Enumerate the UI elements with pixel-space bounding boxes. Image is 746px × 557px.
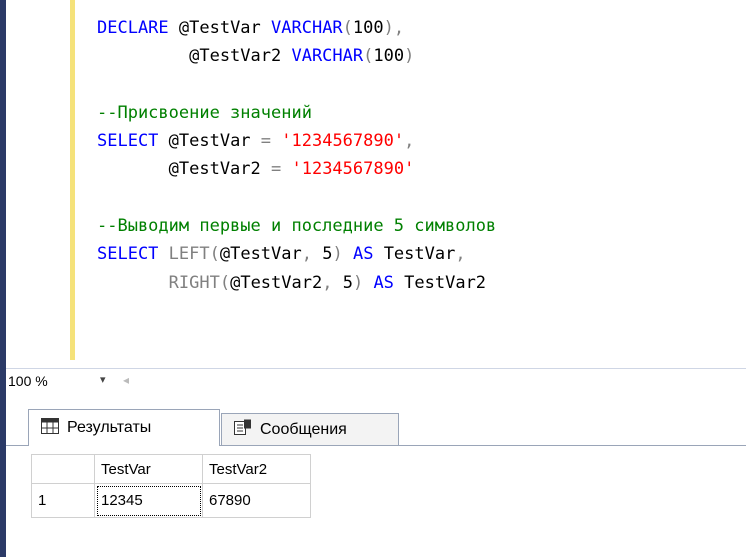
code-token: SELECT xyxy=(97,131,169,152)
code-line[interactable]: --Выводим первые и последние 5 символов xyxy=(97,212,496,240)
code-token: '1234567890' xyxy=(281,131,405,152)
code-token: @TestVar xyxy=(219,244,302,265)
code-token: 5 xyxy=(322,244,333,265)
code-token: --Выводим первые и последние 5 символов xyxy=(97,216,497,237)
code-token: , xyxy=(322,272,343,293)
code-token: @TestVar2 xyxy=(230,272,323,293)
results-pane: Результаты Сообщения TestVar TestVar2 1 … xyxy=(6,395,746,557)
code-token: ), xyxy=(383,18,405,38)
zoom-dropdown-icon[interactable]: ▾ xyxy=(100,373,106,386)
code-token: AS xyxy=(352,244,384,265)
code-token: @TestVar xyxy=(168,131,261,152)
tab-messages[interactable]: Сообщения xyxy=(221,413,399,445)
code-line[interactable]: DECLARE @TestVar VARCHAR(100), xyxy=(97,14,496,42)
tab-results-label: Результаты xyxy=(67,419,152,436)
column-header[interactable]: TestVar2 xyxy=(202,454,311,484)
code-token: TestVar2 xyxy=(404,272,487,293)
code-token: ( xyxy=(209,244,220,265)
code-token: AS xyxy=(373,272,405,293)
row-number-header[interactable] xyxy=(31,454,95,484)
code-line[interactable]: @TestVar2 VARCHAR(100) xyxy=(97,42,496,70)
code-token: DECLARE xyxy=(97,18,179,38)
code-token: 100 xyxy=(352,18,384,38)
code-line[interactable]: SELECT @TestVar = '1234567890', xyxy=(97,127,496,155)
code-token: TestVar xyxy=(383,244,456,265)
zoom-bar: 100 % ▾ ◂ xyxy=(6,368,746,396)
tab-results[interactable]: Результаты xyxy=(28,409,220,446)
code-token: , xyxy=(301,244,323,265)
code-token: ) xyxy=(332,244,353,265)
results-tab-strip: Результаты Сообщения xyxy=(6,409,746,446)
code-line[interactable]: SELECT LEFT(@TestVar, 5) AS TestVar, xyxy=(97,240,496,268)
code-token: = xyxy=(271,159,292,180)
results-grid[interactable]: TestVar TestVar2 1 12345 67890 xyxy=(31,454,311,518)
messages-icon xyxy=(234,419,252,440)
grid-icon xyxy=(41,417,59,439)
grid-header-row: TestVar TestVar2 xyxy=(31,454,311,484)
code-token: VARCHAR xyxy=(291,46,364,67)
code-token: = xyxy=(260,131,282,152)
code-token: 100 xyxy=(373,46,405,67)
column-header[interactable]: TestVar xyxy=(94,454,203,484)
change-tracking-margin xyxy=(70,0,75,360)
code-token: SELECT xyxy=(97,244,169,265)
query-editor[interactable]: DECLARE @TestVar VARCHAR(100), @TestVar2… xyxy=(0,0,746,360)
table-row[interactable]: 1 12345 67890 xyxy=(31,483,311,518)
code-line[interactable] xyxy=(97,71,496,99)
code-token: --Присвоение значений xyxy=(97,102,312,123)
code-token: VARCHAR xyxy=(271,18,343,38)
code-token: LEFT xyxy=(168,244,210,265)
code-token: @TestVar2 xyxy=(97,46,292,67)
grid-cell[interactable]: 12345 xyxy=(94,483,203,518)
code-line[interactable]: RIGHT(@TestVar2, 5) AS TestVar2 xyxy=(97,269,496,297)
code-token: RIGHT xyxy=(168,272,220,293)
code-line[interactable] xyxy=(97,184,496,212)
grid-cell[interactable]: 67890 xyxy=(202,483,311,518)
code-token: @TestVar2 xyxy=(97,159,271,180)
code-token: ( xyxy=(363,46,374,67)
code-line[interactable]: @TestVar2 = '1234567890' xyxy=(97,155,496,183)
sql-code[interactable]: DECLARE @TestVar VARCHAR(100), @TestVar2… xyxy=(97,14,496,297)
code-token: '1234567890' xyxy=(291,159,415,180)
code-token: ) xyxy=(404,46,415,67)
scroll-left-icon[interactable]: ◂ xyxy=(123,373,129,387)
zoom-level[interactable]: 100 % xyxy=(8,373,48,389)
code-token: @TestVar xyxy=(178,18,272,38)
code-token: , xyxy=(455,244,466,265)
code-token: 5 xyxy=(342,272,353,293)
code-token: ( xyxy=(219,272,231,293)
code-token: ) xyxy=(352,272,374,293)
row-number[interactable]: 1 xyxy=(31,483,95,518)
code-line[interactable]: --Присвоение значений xyxy=(97,99,496,127)
code-token: , xyxy=(404,131,415,152)
code-token: ( xyxy=(342,18,353,38)
tab-messages-label: Сообщения xyxy=(260,420,347,438)
